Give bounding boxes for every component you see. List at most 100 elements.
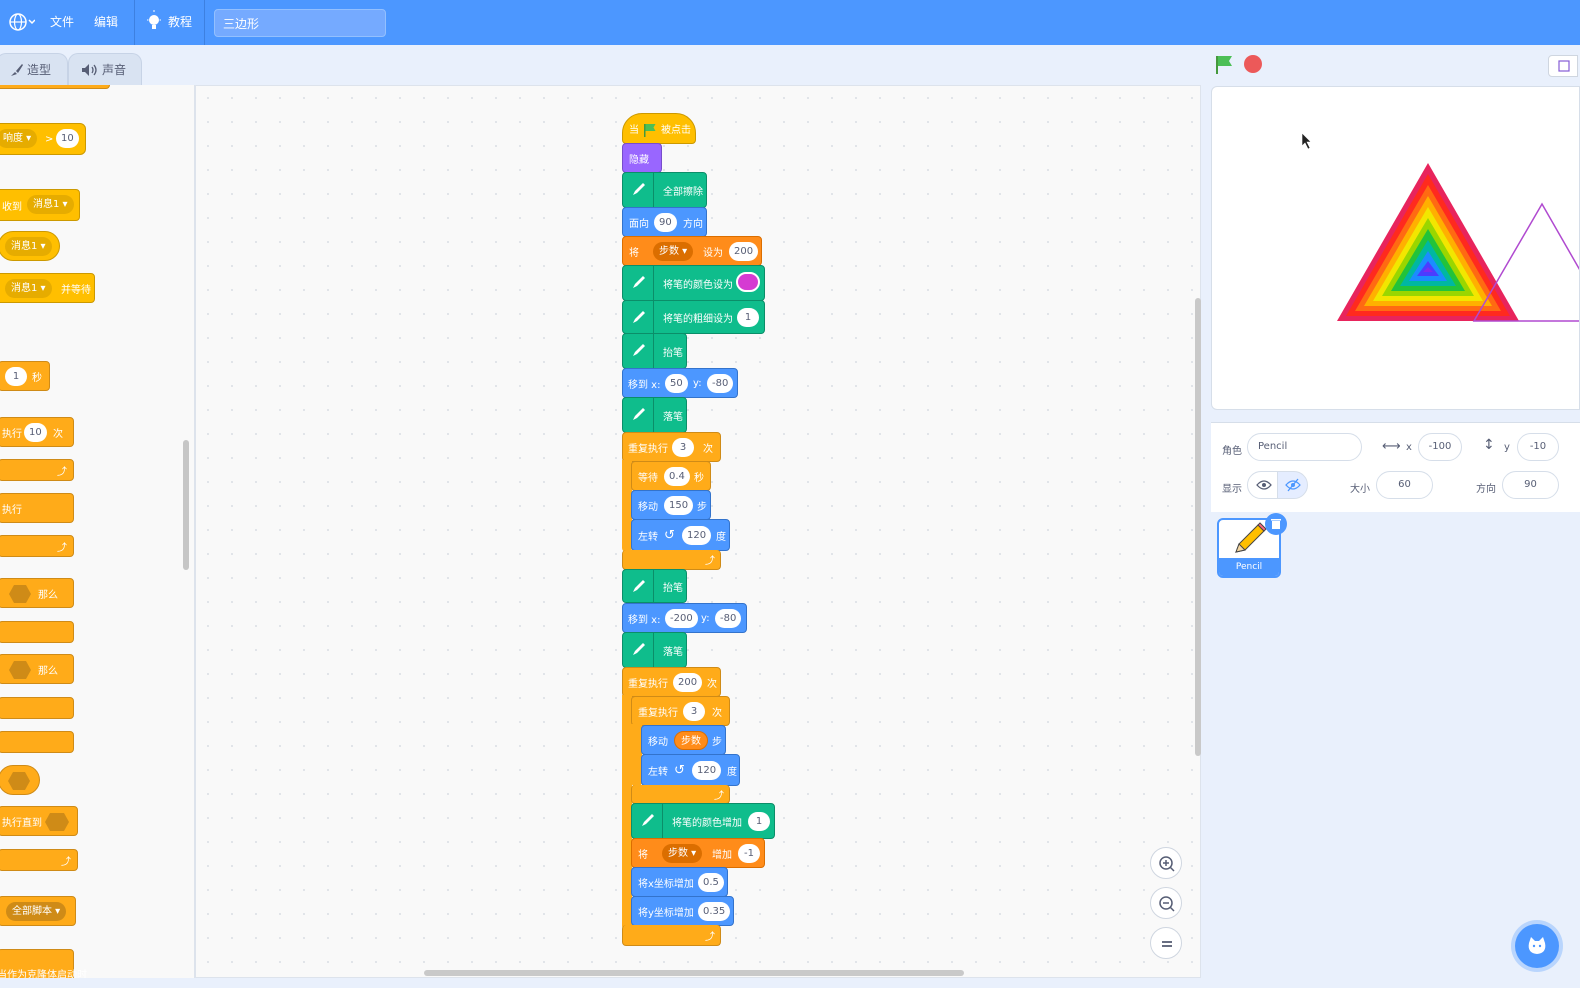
goto-y-input[interactable]: -80 — [715, 609, 742, 628]
loudness-value[interactable]: 10 — [56, 129, 79, 148]
stage-canvas[interactable] — [1211, 86, 1580, 410]
direction-input[interactable]: 90 — [1502, 471, 1559, 499]
palette-block-when-receive[interactable]: 收到 消息1 ▾ — [0, 189, 80, 221]
variable-dropdown[interactable]: 步数 ▾ — [653, 242, 694, 261]
direction-input[interactable]: 90 — [654, 213, 677, 232]
goto-xy-block[interactable]: 移到 x: 50 y: -80 — [622, 368, 738, 398]
hexagon-slot[interactable] — [3, 580, 33, 608]
x-input[interactable]: -100 — [1418, 433, 1462, 461]
tutorials-button[interactable]: 教程 — [146, 0, 196, 45]
hexagon-slot[interactable] — [3, 656, 33, 684]
pen-down-block[interactable]: 落笔 — [622, 397, 687, 433]
sprite-name-input[interactable]: Pencil — [1247, 433, 1362, 461]
palette-block-message[interactable]: 消息1 ▾ — [0, 231, 60, 261]
workspace-horizontal-scrollbar[interactable] — [424, 970, 964, 976]
move-steps-block[interactable]: 移动 150 步 — [631, 490, 711, 520]
variable-dropdown[interactable]: 步数 ▾ — [662, 844, 703, 863]
pen-size-input[interactable]: 1 — [737, 308, 759, 327]
hexagon-slot[interactable] — [2, 767, 32, 795]
message-dropdown[interactable]: 消息1 ▾ — [5, 237, 52, 256]
goto-xy-block[interactable]: 移到 x: -200 y: -80 — [622, 603, 747, 633]
stop-icon[interactable] — [1242, 54, 1264, 76]
palette-block-clone-start[interactable]: 当作为克隆体启动时 — [0, 949, 87, 978]
palette-block-forever[interactable]: 执行 — [0, 493, 74, 523]
green-flag-icon[interactable] — [1214, 54, 1236, 76]
pen-color-swatch[interactable] — [736, 272, 760, 292]
project-title-input[interactable]: 三边形 — [214, 9, 386, 37]
variable-reporter[interactable]: 步数 — [674, 731, 708, 750]
palette-block[interactable] — [0, 85, 110, 89]
goto-x-input[interactable]: -200 — [665, 609, 698, 628]
repeat-times-input[interactable]: 3 — [672, 438, 694, 457]
turn-input[interactable]: 120 — [682, 526, 712, 545]
goto-y-input[interactable]: -80 — [707, 374, 734, 393]
hexagon-slot[interactable] — [43, 808, 73, 836]
repeat-value[interactable]: 10 — [24, 423, 47, 442]
message-dropdown[interactable]: 消息1 ▾ — [27, 195, 74, 214]
change-variable-block[interactable]: 将 步数 ▾ 增加 -1 — [631, 838, 765, 868]
palette-block-loudness[interactable]: 响度 ▾ > 10 — [0, 123, 86, 155]
change-pen-color-block[interactable]: 将笔的颜色增加 1 — [631, 803, 775, 839]
change-y-block[interactable]: 将y坐标增加 0.35 — [631, 896, 734, 926]
move-steps-block[interactable]: 移动 步数 步 — [641, 725, 726, 755]
tab-costumes[interactable]: 造型 — [0, 53, 68, 85]
repeat-block[interactable]: 重复执行 3 次 — [622, 432, 721, 462]
wait-block[interactable]: 等待 0.4 秒 — [631, 461, 711, 491]
when-flag-clicked-block[interactable]: 当 被点击 — [622, 113, 696, 144]
edit-menu[interactable]: 编辑 — [94, 0, 118, 45]
change-value-input[interactable]: -1 — [738, 844, 760, 863]
change-y-input[interactable]: 0.35 — [698, 902, 731, 921]
size-input[interactable]: 60 — [1376, 471, 1433, 499]
show-visible-button[interactable] — [1247, 471, 1278, 499]
turn-left-block[interactable]: 左转 ↺ 120 度 — [631, 519, 730, 551]
erase-all-block[interactable]: 全部擦除 — [622, 172, 707, 208]
pen-down-block[interactable]: 落笔 — [622, 632, 687, 668]
palette-block-repeat-until[interactable]: 执行直到 — [0, 806, 78, 836]
stop-dropdown[interactable]: 全部脚本 ▾ — [6, 902, 67, 921]
repeat-times-input[interactable]: 3 — [683, 702, 705, 721]
set-value-input[interactable]: 200 — [729, 242, 759, 261]
repeat-block[interactable]: 重复执行 200 次 — [622, 667, 721, 697]
tab-sounds[interactable]: 声音 — [68, 53, 142, 85]
stage-size-button[interactable] — [1548, 55, 1578, 77]
zoom-out-button[interactable] — [1150, 887, 1182, 919]
palette-block-if[interactable]: 那么 — [0, 578, 74, 608]
goto-x-input[interactable]: 50 — [665, 374, 688, 393]
pen-up-block[interactable]: 抬笔 — [622, 569, 687, 603]
set-pen-size-block[interactable]: 将笔的粗细设为 1 — [622, 300, 765, 334]
menu-bar: 文件 编辑 教程 三边形 — [0, 0, 1580, 45]
palette-block-wait[interactable]: 1 秒 — [0, 361, 50, 391]
choose-sprite-button[interactable] — [1515, 924, 1559, 968]
pen-up-block[interactable]: 抬笔 — [622, 333, 687, 369]
wait-value[interactable]: 1 — [5, 367, 27, 386]
turn-input[interactable]: 120 — [692, 761, 722, 780]
wait-input[interactable]: 0.4 — [664, 467, 690, 486]
change-x-block[interactable]: 将x坐标增加 0.5 — [631, 867, 728, 897]
loudness-dropdown[interactable]: 响度 ▾ — [0, 129, 38, 148]
set-pen-color-block[interactable]: 将笔的颜色设为 — [622, 265, 765, 301]
palette-block-if-else[interactable]: 那么 — [0, 654, 74, 684]
repeat-times-input[interactable]: 200 — [673, 673, 703, 692]
change-x-input[interactable]: 0.5 — [698, 873, 724, 892]
turn-left-block[interactable]: 左转 ↺ 120 度 — [641, 754, 740, 786]
delete-sprite-button[interactable] — [1265, 513, 1287, 535]
zoom-reset-button[interactable] — [1150, 927, 1182, 959]
zoom-in-button[interactable] — [1150, 847, 1182, 879]
palette-block-stop[interactable]: 全部脚本 ▾ — [0, 896, 76, 926]
palette-block-repeat[interactable]: 执行 10 次 — [0, 417, 74, 447]
palette-scrollbar[interactable] — [183, 440, 189, 570]
workspace-vertical-scrollbar[interactable] — [1195, 298, 1201, 756]
file-menu[interactable]: 文件 — [50, 0, 74, 45]
show-hidden-button[interactable] — [1277, 471, 1308, 499]
language-menu[interactable] — [5, 0, 37, 45]
y-input[interactable]: -10 — [1517, 433, 1559, 461]
pen-color-change-input[interactable]: 1 — [748, 812, 770, 831]
point-direction-block[interactable]: 面向 90 方向 — [622, 207, 707, 237]
hide-block[interactable]: 隐藏 — [622, 143, 662, 173]
set-variable-block[interactable]: 将 步数 ▾ 设为 200 — [622, 236, 762, 266]
message-dropdown[interactable]: 消息1 ▾ — [5, 279, 52, 298]
move-input[interactable]: 150 — [664, 496, 694, 515]
palette-block-broadcast-wait[interactable]: 消息1 ▾ 并等待 — [0, 273, 95, 303]
repeat-block[interactable]: 重复执行 3 次 — [631, 696, 730, 726]
palette-block-wait-until[interactable] — [0, 765, 40, 795]
